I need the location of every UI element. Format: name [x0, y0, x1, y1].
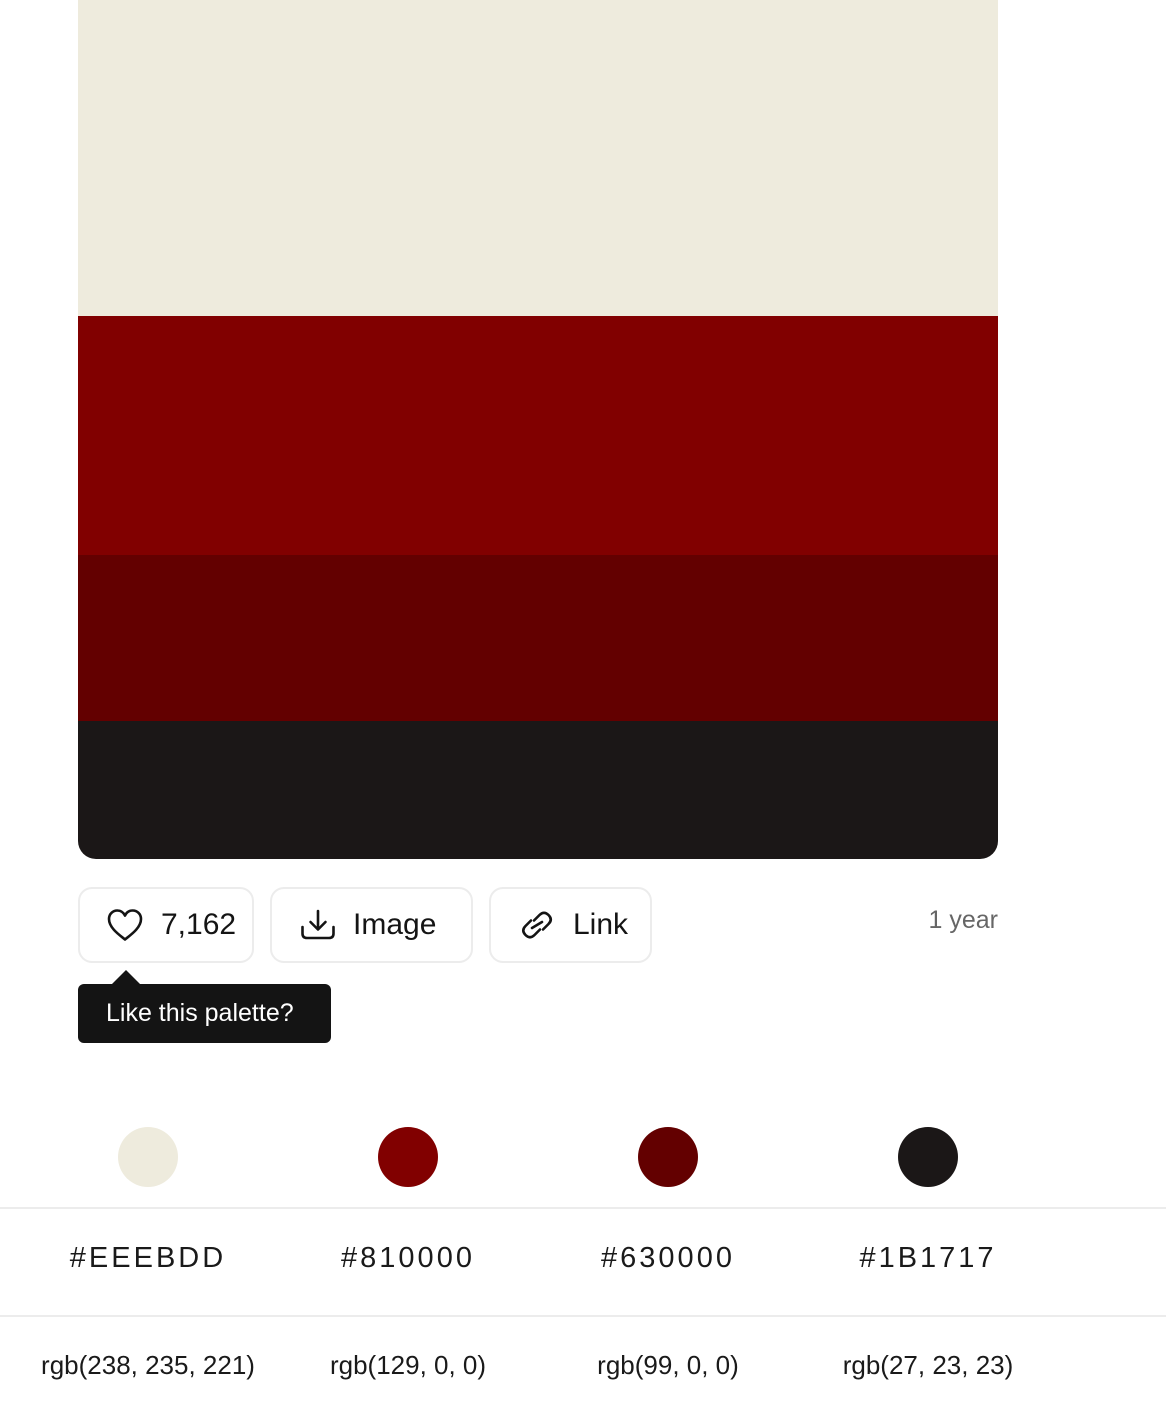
color-swatch-3[interactable] — [638, 1127, 698, 1187]
divider — [0, 1315, 1166, 1317]
color-swatch-4[interactable] — [898, 1127, 958, 1187]
palette-preview[interactable] — [78, 0, 998, 859]
like-count: 7,162 — [161, 908, 237, 941]
divider — [0, 1207, 1166, 1209]
download-image-button[interactable]: Image — [270, 887, 473, 963]
color-swatch-2[interactable] — [378, 1127, 438, 1187]
rgb-value-2[interactable]: rgb(129, 0, 0) — [278, 1350, 538, 1381]
palette-age: 1 year — [928, 906, 998, 934]
link-icon — [518, 908, 556, 942]
rgb-value-1[interactable]: rgb(238, 235, 221) — [18, 1350, 278, 1381]
hex-value-4[interactable]: #1B1717 — [798, 1242, 1058, 1275]
palette-band-3[interactable] — [78, 555, 998, 721]
heart-icon — [106, 908, 144, 942]
copy-link-button[interactable]: Link — [489, 887, 652, 963]
download-image-label: Image — [353, 908, 437, 941]
rgb-value-3[interactable]: rgb(99, 0, 0) — [538, 1350, 798, 1381]
hex-value-1[interactable]: #EEEBDD — [18, 1242, 278, 1275]
copy-link-label: Link — [573, 908, 629, 941]
hex-value-3[interactable]: #630000 — [538, 1242, 798, 1275]
palette-band-4[interactable] — [78, 721, 998, 859]
rgb-value-4[interactable]: rgb(27, 23, 23) — [798, 1350, 1058, 1381]
like-tooltip: Like this palette? — [78, 984, 331, 1043]
tooltip-arrow — [112, 970, 140, 984]
color-swatch-1[interactable] — [118, 1127, 178, 1187]
palette-band-1[interactable] — [78, 0, 998, 316]
like-button[interactable]: 7,162 — [78, 887, 254, 963]
hex-value-2[interactable]: #810000 — [278, 1242, 538, 1275]
palette-band-2[interactable] — [78, 316, 998, 555]
download-icon — [300, 909, 336, 941]
